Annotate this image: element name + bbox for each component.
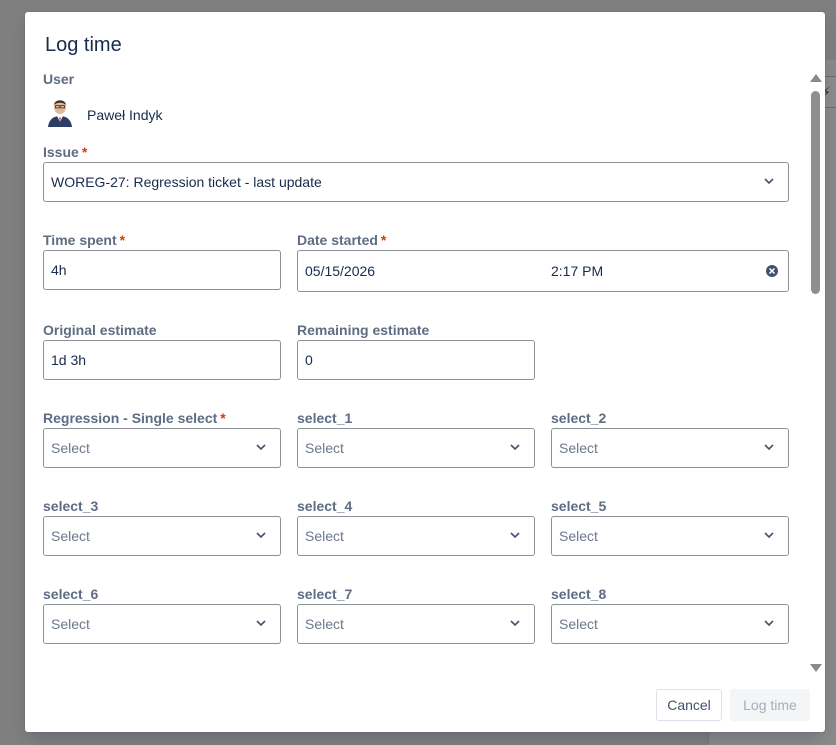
select-5-label: select_5 [551, 498, 607, 514]
select-5[interactable]: Select [551, 516, 789, 556]
scroll-up-arrow-icon[interactable] [810, 74, 822, 82]
log-time-button[interactable]: Log time [730, 689, 810, 721]
user-name: Paweł Indyk [87, 107, 163, 123]
select-8-label: select_8 [551, 586, 607, 602]
chevron-down-icon [764, 532, 774, 539]
chevron-down-icon [510, 532, 520, 539]
time-spent-label: Time spent * [43, 232, 126, 248]
select-6-label: select_6 [43, 586, 99, 602]
time-spent-input[interactable]: 4h [43, 250, 281, 290]
cancel-button[interactable]: Cancel [656, 689, 722, 721]
select-3-label: select_3 [43, 498, 99, 514]
select-7[interactable]: Select [297, 604, 535, 644]
chevron-down-icon [764, 444, 774, 451]
select-1-label: select_1 [297, 410, 353, 426]
date-started-picker[interactable]: 05/15/2026 2:17 PM [297, 250, 789, 292]
scroll-down-arrow-icon[interactable] [810, 664, 822, 672]
remaining-estimate-label: Remaining estimate [297, 322, 430, 338]
regression-single-select-label: Regression - Single select * [43, 410, 226, 426]
chevron-down-icon [510, 444, 520, 451]
issue-select[interactable]: WOREG-27: Regression ticket - last updat… [43, 162, 789, 202]
date-started-time[interactable]: 2:17 PM [551, 251, 603, 291]
select-3[interactable]: Select [43, 516, 281, 556]
regression-single-select[interactable]: Select [43, 428, 281, 468]
dialog-title: Log time [45, 34, 122, 56]
chevron-down-icon [256, 620, 266, 627]
user-label: User [43, 71, 75, 87]
log-time-dialog: Log time User Paweł Indyk Issue * WOREG-2… [25, 12, 825, 732]
issue-label: Issue * [43, 144, 88, 160]
select-2[interactable]: Select [551, 428, 789, 468]
chevron-down-icon [256, 532, 266, 539]
chevron-down-icon [510, 620, 520, 627]
scroll-thumb[interactable] [811, 91, 820, 294]
chevron-down-icon [764, 178, 774, 185]
select-1[interactable]: Select [297, 428, 535, 468]
chevron-down-icon [764, 620, 774, 627]
original-estimate-label: Original estimate [43, 322, 157, 338]
clear-icon[interactable] [765, 264, 779, 278]
select-7-label: select_7 [297, 586, 353, 602]
remaining-estimate-input[interactable]: 0 [297, 340, 535, 380]
select-8[interactable]: Select [551, 604, 789, 644]
select-4-label: select_4 [297, 498, 353, 514]
select-6[interactable]: Select [43, 604, 281, 644]
original-estimate-input[interactable]: 1d 3h [43, 340, 281, 380]
issue-value: WOREG-27: Regression ticket - last updat… [51, 174, 322, 190]
date-started-date[interactable]: 05/15/2026 [305, 251, 375, 291]
user-avatar [46, 95, 74, 127]
chevron-down-icon [256, 444, 266, 451]
select-4[interactable]: Select [297, 516, 535, 556]
date-started-label: Date started * [297, 232, 387, 248]
dialog-scrollbar[interactable] [809, 74, 822, 672]
select-2-label: select_2 [551, 410, 607, 426]
